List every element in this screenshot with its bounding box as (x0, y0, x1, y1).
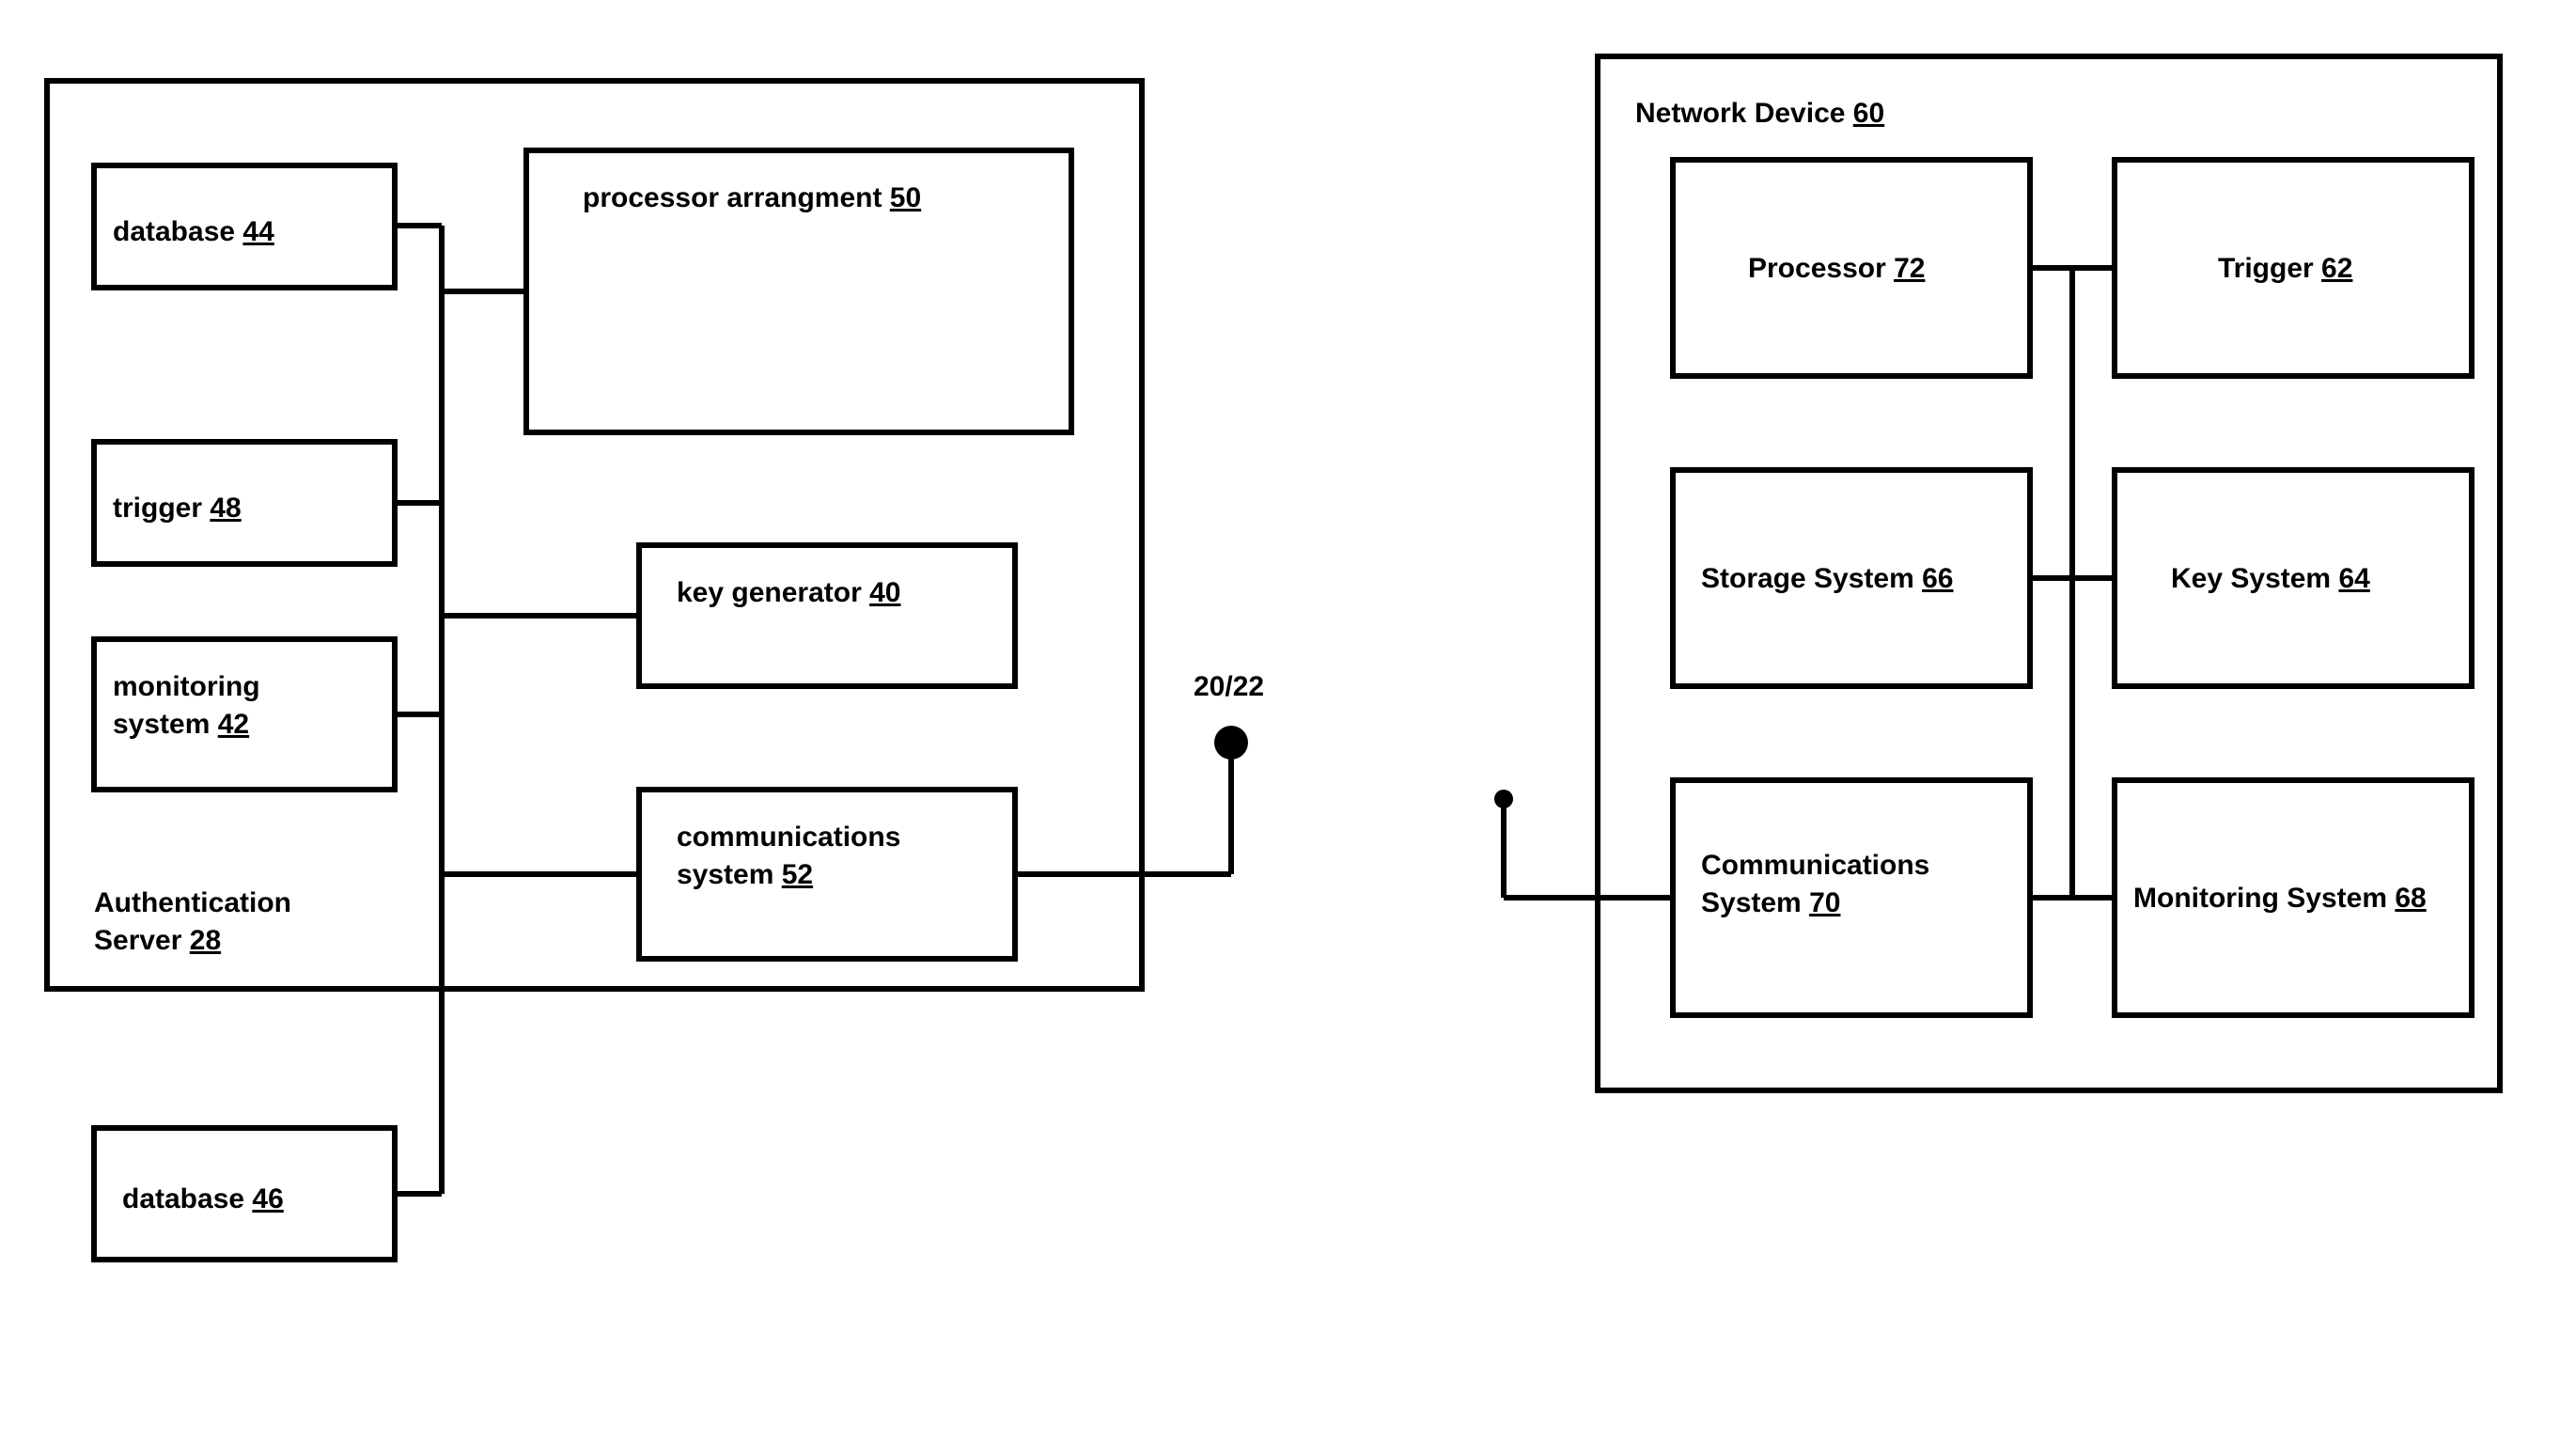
auth-server-label-2: Server 28 (94, 925, 221, 956)
trigger-48-label: trigger 48 (113, 493, 242, 524)
processor-72-label: Processor 72 (1748, 253, 1925, 284)
storage-66-label: Storage System 66 (1701, 563, 1953, 594)
keysys-64-label: Key System 64 (2171, 563, 2370, 594)
database-46-label: database 46 (122, 1183, 284, 1214)
keygen-40-label: key generator 40 (677, 577, 900, 608)
processor-50-label: processor arrangment 50 (583, 182, 921, 213)
comms-52-label-1: communications (677, 822, 900, 853)
comms-52-label-2: system 52 (677, 859, 813, 890)
mid-annotation: 20/22 (1194, 671, 1264, 702)
network-device-label: Network Device 60 (1635, 98, 1884, 129)
database-44-label: database 44 (113, 216, 274, 247)
conn-left-endpoint-dot (1214, 726, 1248, 760)
monitoring-42-label-2: system 42 (113, 709, 249, 740)
comms-70-label-1: Communications (1701, 850, 1929, 881)
conn-right-endpoint-dot (1494, 790, 1513, 808)
keygen-40-box (639, 545, 1015, 686)
comms-70-label-2: System 70 (1701, 887, 1840, 918)
monitoring-42-label-1: monitoring (113, 671, 260, 702)
monitoring-68-label: Monitoring System 68 (2133, 883, 2427, 914)
trigger-62-label: Trigger 62 (2218, 253, 2352, 284)
auth-server-label-1: Authentication (94, 887, 291, 918)
